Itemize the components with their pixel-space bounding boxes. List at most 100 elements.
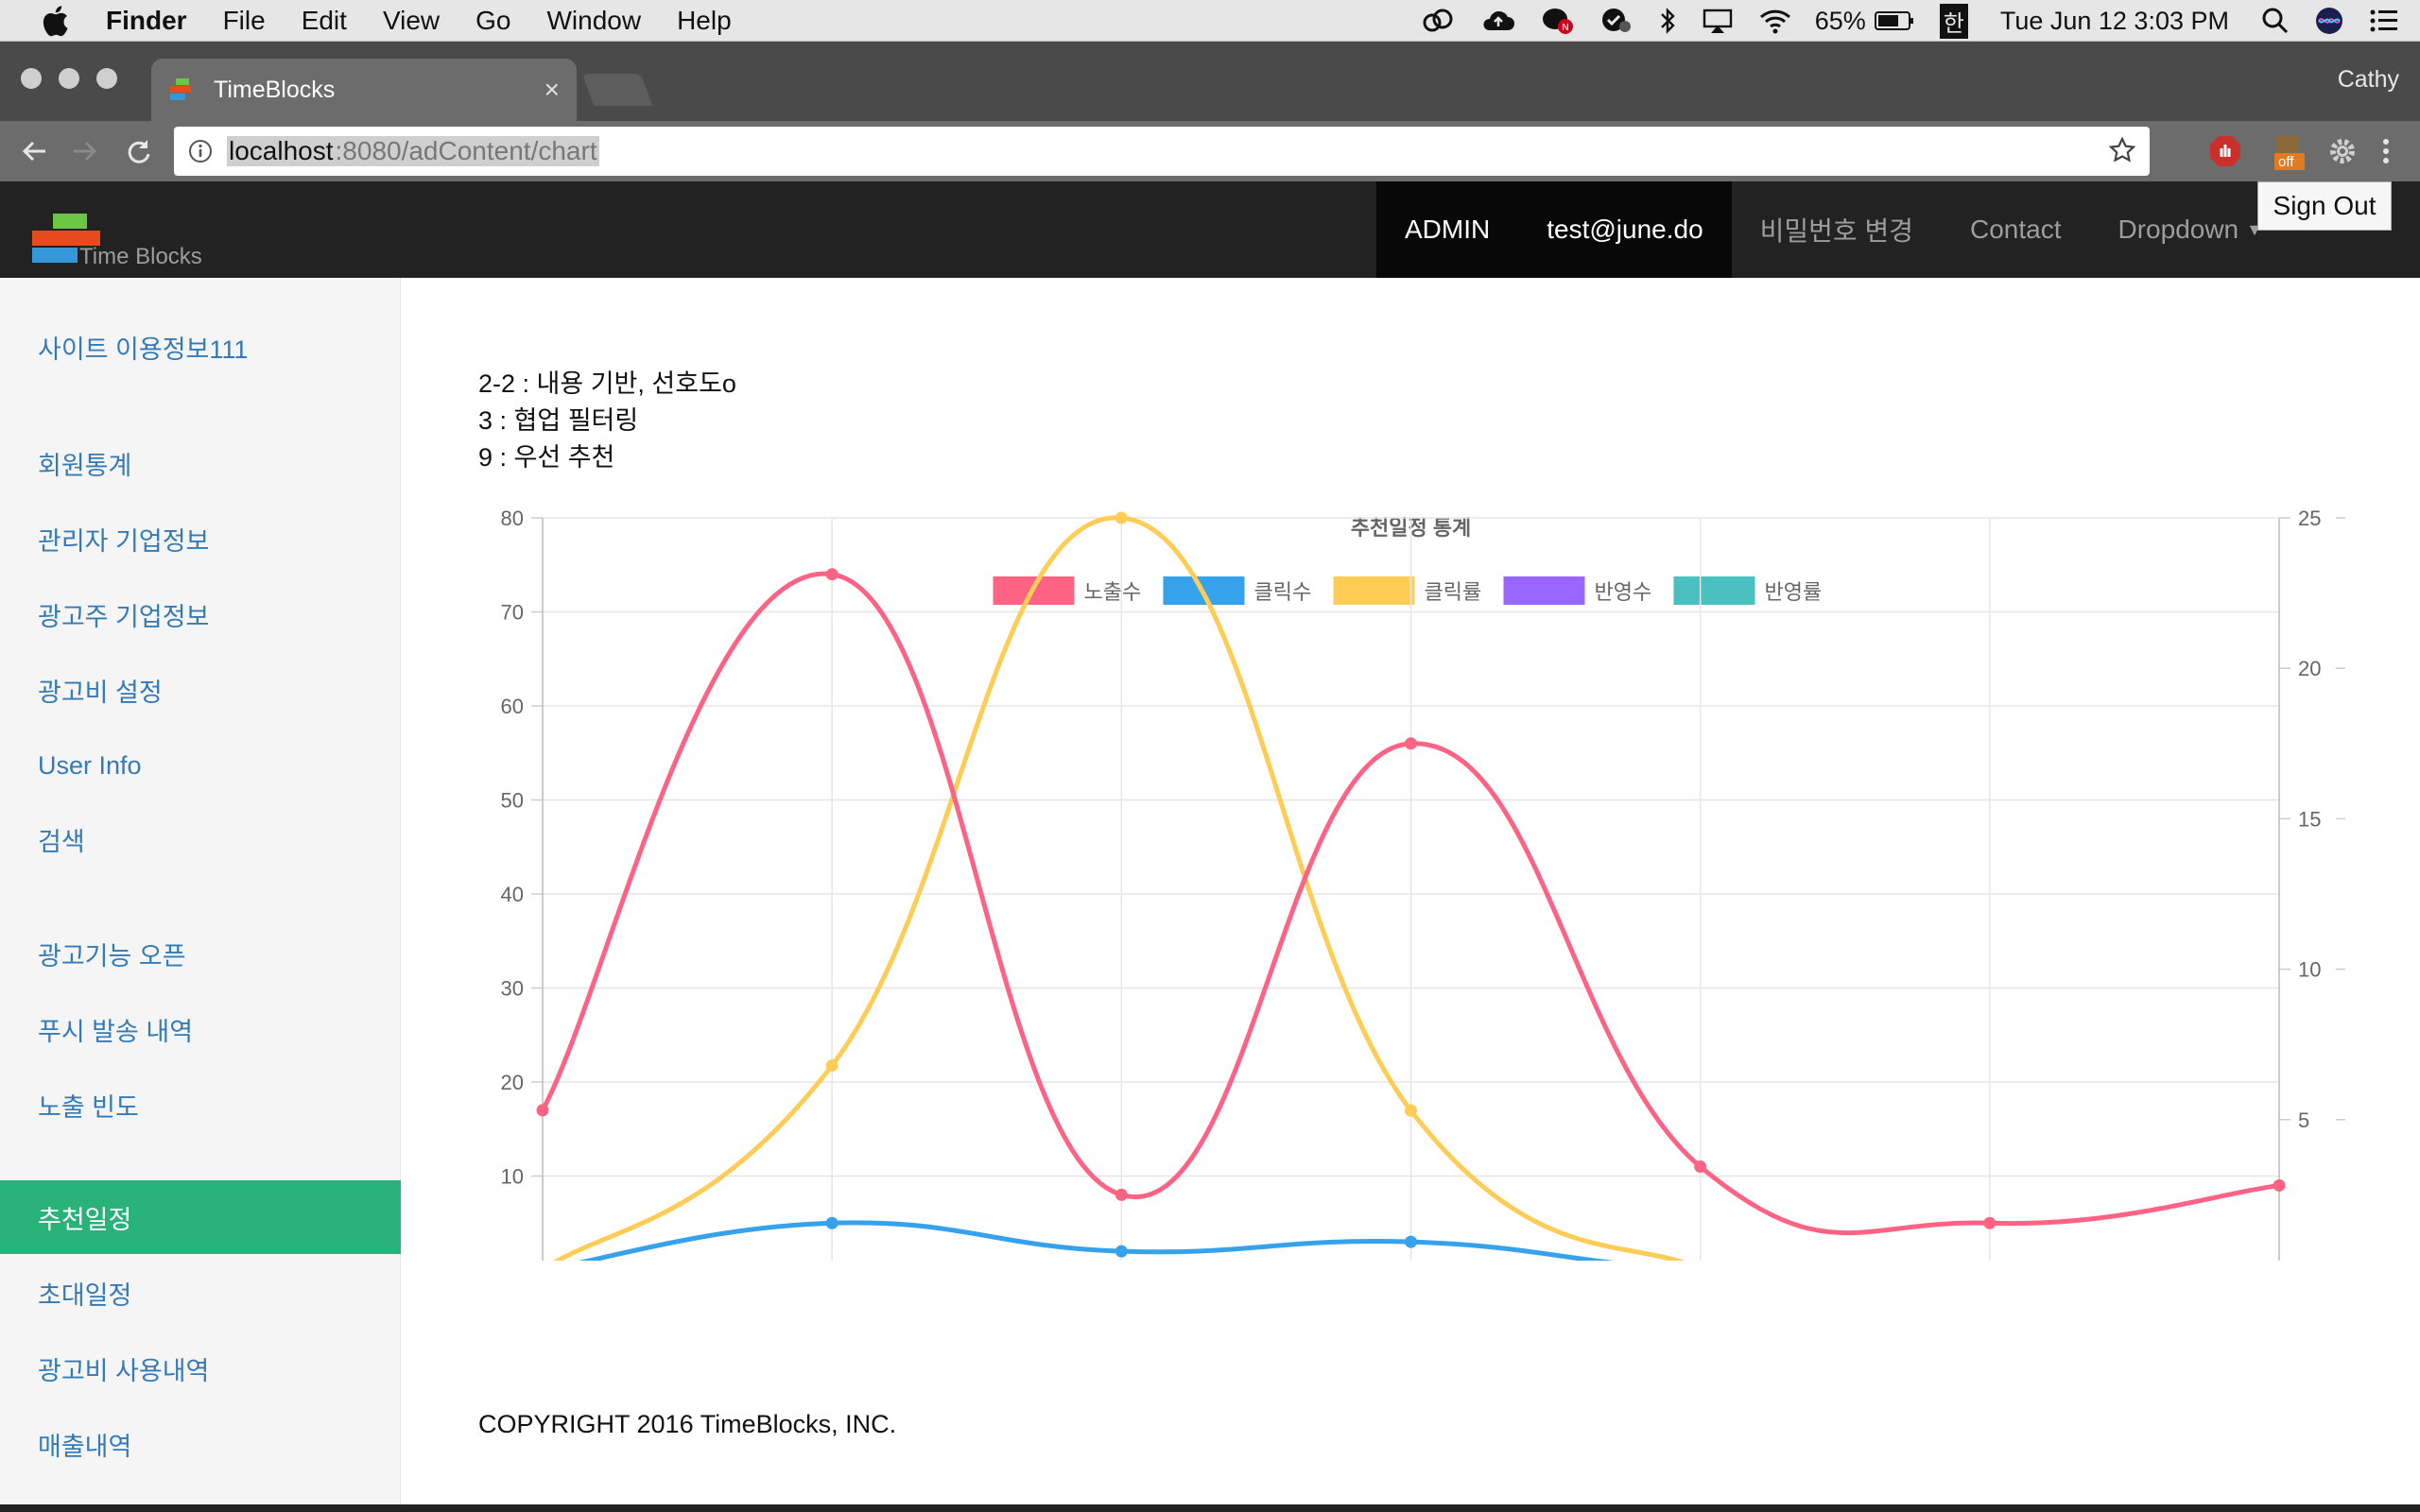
nav-change-password[interactable]: 비밀번호 변경	[1732, 181, 1942, 278]
window-bottom-edge	[0, 1504, 2420, 1512]
data-point	[1115, 1245, 1128, 1258]
y-axis-left-tick-label: 60	[501, 695, 524, 718]
settings-gear-icon[interactable]	[2322, 130, 2363, 172]
brand-name: Time Blocks	[79, 244, 202, 269]
logo-block-blue	[32, 248, 78, 263]
legend-label: 클릭수	[1254, 580, 1312, 604]
address-bar[interactable]: localhost:8080/adContent/chart	[174, 127, 2150, 176]
nav-user-email[interactable]: test@june.do	[1518, 181, 1732, 278]
url-path: :8080/adContent/chart	[335, 136, 599, 166]
legend-swatch	[1503, 576, 1585, 605]
sidebar-item-advertiser-company[interactable]: 광고주 기업정보	[0, 577, 401, 651]
svg-text:N: N	[1562, 23, 1568, 33]
sidebar-item-member-stats[interactable]: 회원통계	[0, 426, 401, 500]
menu-edit[interactable]: Edit	[302, 6, 347, 36]
macos-menubar: Finder File Edit View Go Window Help N 6…	[0, 0, 2420, 42]
browser-toolbar: localhost:8080/adContent/chart off	[0, 121, 2420, 181]
logo-block-green	[53, 214, 87, 229]
data-point	[825, 1216, 838, 1229]
sidebar-item-site-usage[interactable]: 사이트 이용정보111	[0, 310, 401, 384]
toggle-off-extension-icon[interactable]: off	[2269, 130, 2310, 172]
menubar-clock[interactable]: Tue Jun 12 3:03 PM	[2000, 7, 2229, 36]
y-axis-left-tick-label: 40	[501, 883, 524, 906]
tab-close-icon[interactable]: ×	[544, 75, 560, 105]
menu-file[interactable]: File	[223, 6, 266, 36]
data-point	[1983, 1216, 1996, 1229]
timeblocks-logo[interactable]: Time Blocks	[32, 214, 221, 270]
y-axis-left-tick-label: 20	[501, 1071, 524, 1094]
window-minimize-button[interactable]	[59, 68, 79, 89]
input-source-icon[interactable]: 한	[1939, 3, 1968, 39]
y-axis-right-tick-label: 10	[2298, 958, 2321, 982]
site-info-icon[interactable]	[187, 138, 214, 164]
notification-center-icon[interactable]	[2369, 9, 2399, 33]
profile-name[interactable]: Cathy	[2338, 66, 2399, 94]
bookmark-star-icon[interactable]	[2108, 136, 2136, 171]
cloud-upload-icon[interactable]	[1480, 8, 1516, 34]
battery-icon[interactable]	[1874, 9, 1915, 32]
y-axis-left-tick-label: 70	[501, 601, 524, 625]
sidebar-item-ad-spend-history[interactable]: 광고비 사용내역	[0, 1332, 401, 1405]
data-point	[1694, 1160, 1707, 1174]
extension-off-badge: off	[2278, 154, 2294, 170]
recommended-schedule-chart: 추천일정 통계노출수클릭수클릭률반영수반영률010203040506070800…	[501, 507, 2345, 1261]
bluetooth-icon[interactable]	[1658, 7, 1677, 35]
legend-swatch	[1333, 576, 1415, 605]
spotlight-search-icon[interactable]	[2261, 7, 2290, 35]
sidebar-item-admin-company[interactable]: 관리자 기업정보	[0, 502, 401, 576]
data-point	[536, 1104, 549, 1117]
legend-label: 클릭률	[1425, 580, 1482, 604]
legend-label: 반영수	[1595, 580, 1652, 604]
y-axis-right-tick-label: 5	[2298, 1108, 2309, 1132]
data-point	[2273, 1178, 2286, 1192]
forward-arrow-icon[interactable]	[66, 132, 104, 170]
chat-notification-icon[interactable]: N	[1541, 6, 1575, 36]
adblock-extension-icon[interactable]	[2204, 130, 2246, 172]
sign-out-button[interactable]: Sign Out	[2257, 181, 2392, 231]
sidebar-item-recommended-schedule[interactable]: 추천일정	[0, 1180, 401, 1254]
url-host: localhost	[227, 136, 336, 166]
wifi-icon[interactable]	[1758, 8, 1792, 34]
legend-swatch	[1673, 576, 1755, 605]
creative-cloud-icon[interactable]	[1420, 8, 1456, 34]
sidebar-item-push-history[interactable]: 푸시 발송 내역	[0, 992, 401, 1066]
apple-icon[interactable]	[36, 2, 74, 40]
window-close-button[interactable]	[21, 68, 42, 89]
sync-status-icon[interactable]	[1599, 6, 1634, 36]
y-axis-right-tick-label: 15	[2298, 807, 2321, 831]
data-point	[1115, 1188, 1128, 1201]
airplay-icon[interactable]	[1702, 8, 1734, 34]
sidebar-item-exposure-frequency[interactable]: 노출 빈도	[0, 1068, 401, 1142]
chrome-menu-icon[interactable]	[2365, 130, 2407, 172]
menu-view[interactable]: View	[383, 6, 440, 36]
tab-title: TimeBlocks	[214, 76, 336, 103]
sidebar-item-user-info[interactable]: User Info	[0, 729, 401, 802]
reload-icon[interactable]	[119, 132, 157, 170]
menu-go[interactable]: Go	[475, 6, 510, 36]
sidebar-item-search[interactable]: 검색	[0, 802, 401, 876]
menu-app-name[interactable]: Finder	[106, 6, 187, 36]
y-axis-left-tick-label: 80	[501, 507, 524, 530]
sidebar-item-ad-feature-open[interactable]: 광고기능 오픈	[0, 917, 401, 990]
siri-icon[interactable]	[2314, 6, 2344, 36]
nav-contact[interactable]: Contact	[1942, 181, 2090, 278]
browser-tab[interactable]: TimeBlocks ×	[151, 59, 577, 121]
data-point	[1405, 1235, 1417, 1248]
new-tab-button[interactable]	[581, 74, 653, 106]
web-page: 2-2 : 내용 기반, 선호도o 3 : 협업 필터링 9 : 우선 추천 추…	[0, 181, 2420, 1504]
data-point	[1115, 511, 1128, 524]
data-point	[825, 568, 838, 581]
menu-help[interactable]: Help	[677, 6, 732, 36]
sidebar-item-ad-cost-settings[interactable]: 광고비 설정	[0, 653, 401, 727]
browser-tab-strip: TimeBlocks × Cathy	[0, 42, 2420, 121]
sidebar-item-invitation-schedule[interactable]: 초대일정	[0, 1256, 401, 1330]
menu-window[interactable]: Window	[546, 6, 641, 36]
y-axis-left-tick-label: 0	[512, 1259, 524, 1261]
sidebar-item-sales-history[interactable]: 매출내역	[0, 1407, 401, 1481]
y-axis-right-tick-label: 0	[2298, 1259, 2309, 1261]
legend-label: 노출수	[1084, 580, 1142, 604]
window-zoom-button[interactable]	[96, 68, 117, 89]
back-arrow-icon[interactable]	[15, 132, 53, 170]
nav-admin[interactable]: ADMIN	[1376, 181, 1519, 278]
input-source-label: 한	[1939, 3, 1968, 39]
